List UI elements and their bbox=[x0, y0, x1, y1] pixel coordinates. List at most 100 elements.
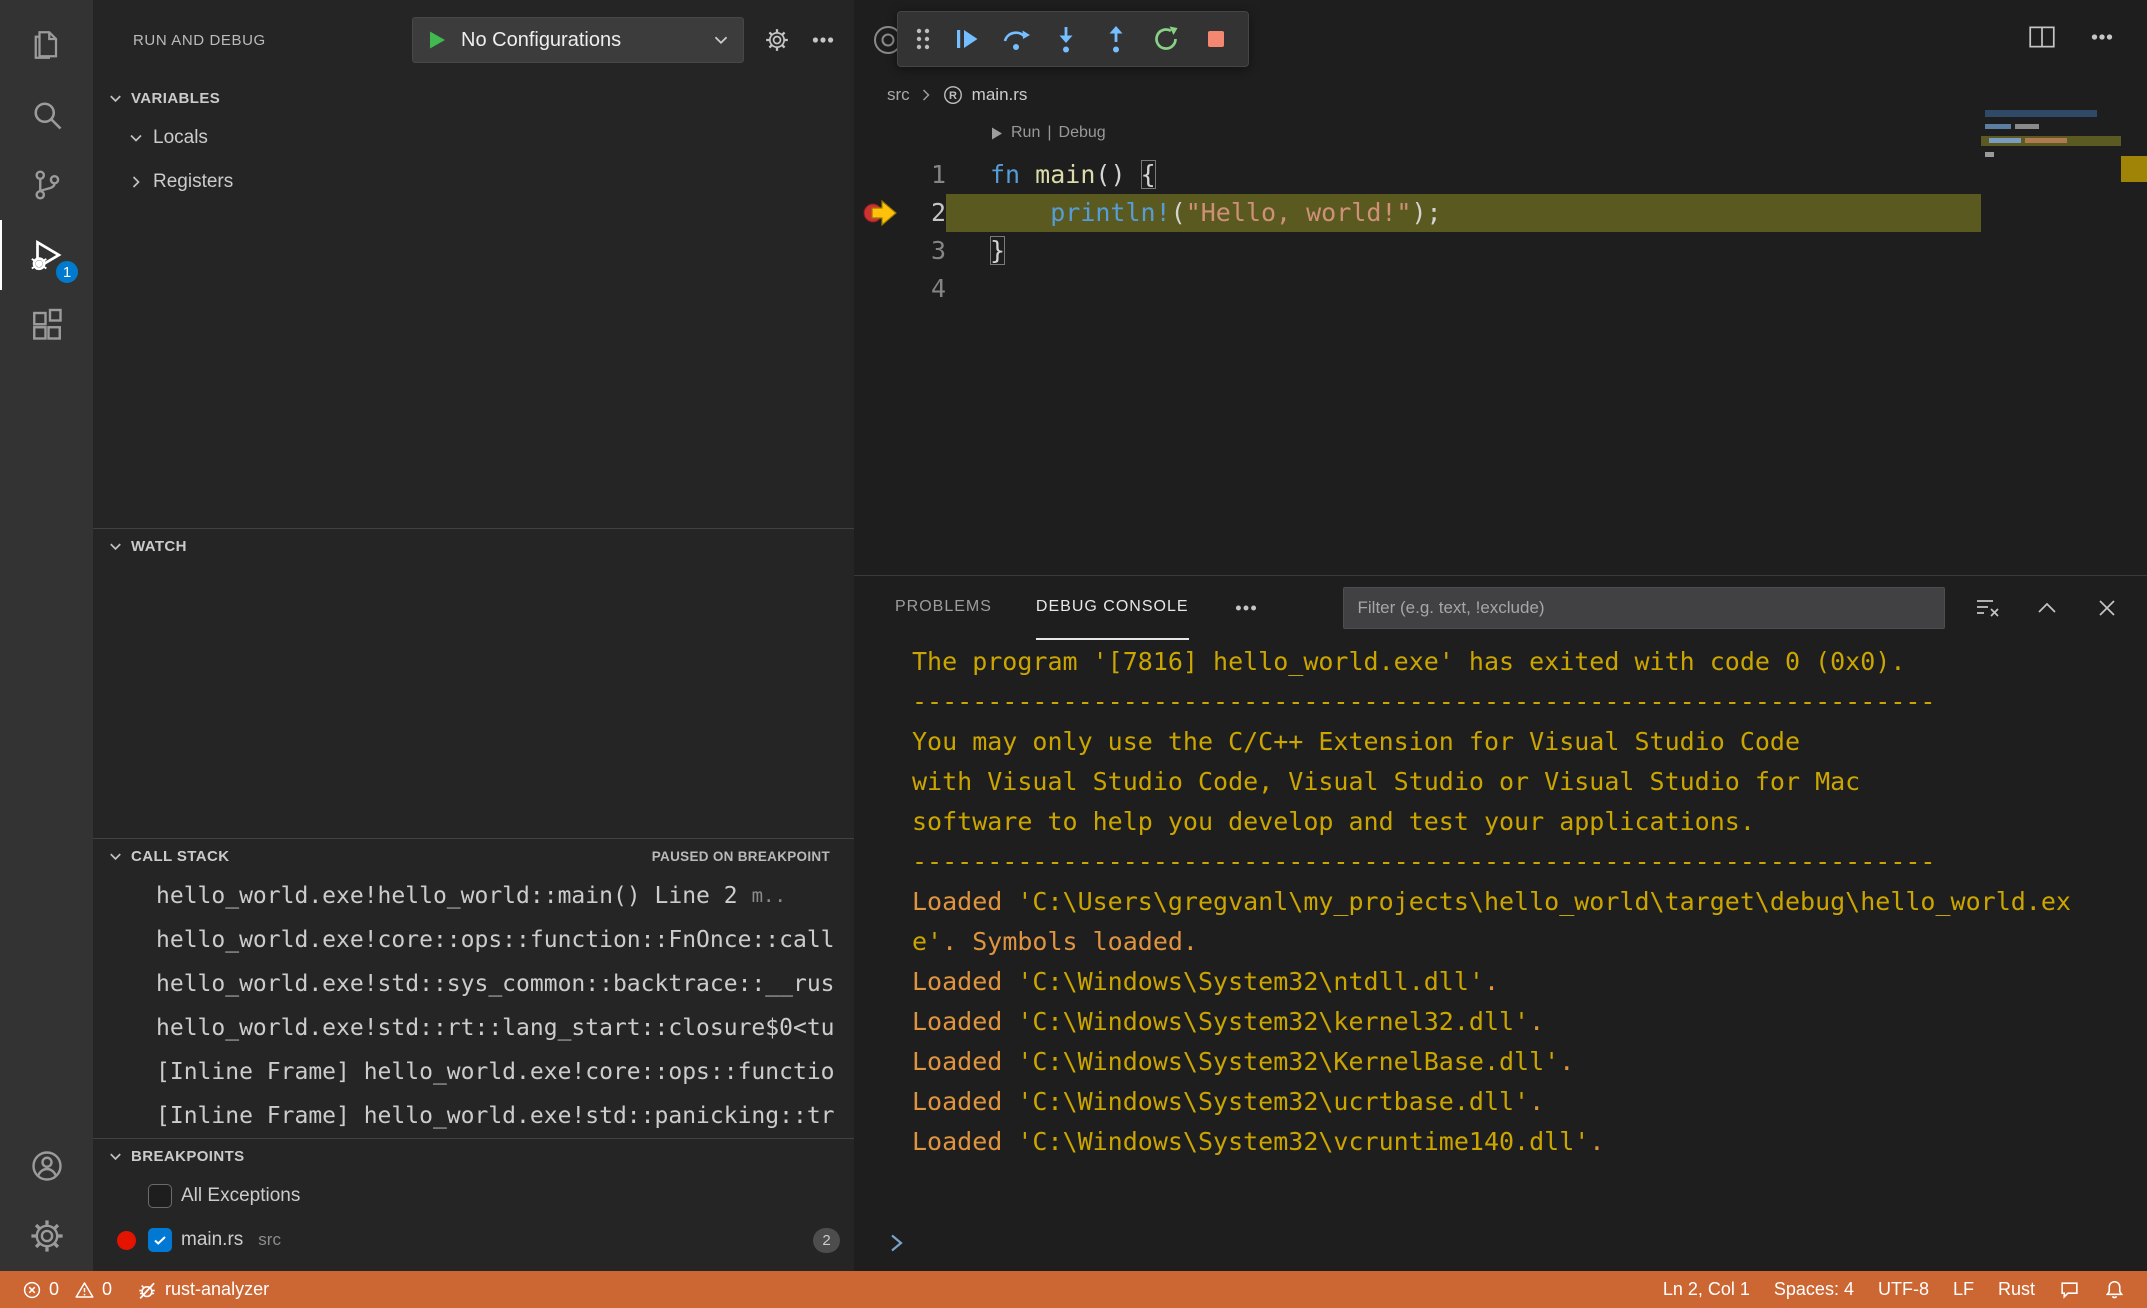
breakpoint-row-main-rs[interactable]: main.rs src 2 bbox=[93, 1218, 854, 1262]
code-line-2[interactable]: 2 println!("Hello, world!"); bbox=[854, 194, 1981, 232]
code-token: println! bbox=[1050, 198, 1170, 227]
vscode-window: 1 RUN AND DEBUG No Configurations bbox=[0, 0, 2147, 1308]
debug-console-output[interactable]: The program '[7816] hello_world.exe' has… bbox=[854, 640, 2147, 1271]
gutter-glyph-margin[interactable] bbox=[854, 270, 910, 308]
workbench: 1 RUN AND DEBUG No Configurations bbox=[0, 0, 2147, 1271]
activity-item-settings[interactable] bbox=[0, 1201, 93, 1271]
tab-problems[interactable]: PROBLEMS bbox=[895, 576, 992, 640]
section-header-watch[interactable]: WATCH bbox=[93, 528, 854, 564]
call-stack-frame-3[interactable]: hello_world.exe!std::rt::lang_start::clo… bbox=[93, 1006, 854, 1050]
gutter-glyph-margin[interactable] bbox=[854, 156, 910, 194]
tree-item-locals[interactable]: Locals bbox=[93, 116, 854, 160]
views-more-actions-icon[interactable] bbox=[810, 27, 836, 53]
call-stack-frame-4[interactable]: [Inline Frame] hello_world.exe!core::ops… bbox=[93, 1050, 854, 1094]
activity-item-explorer[interactable] bbox=[0, 10, 93, 80]
activity-item-accounts[interactable] bbox=[0, 1131, 93, 1201]
call-stack-frame-2[interactable]: hello_world.exe!std::sys_common::backtra… bbox=[93, 962, 854, 1006]
run-play-icon bbox=[990, 126, 1004, 141]
split-editor-icon[interactable] bbox=[2027, 22, 2057, 52]
console-text-segment: 'C:\Windows\System32\KernelBase.dll' bbox=[1017, 1047, 1559, 1076]
status-item-rust[interactable]: Rust bbox=[1986, 1271, 2047, 1308]
breadcrumb: src R main.rs bbox=[887, 84, 1027, 106]
debug-config-dropdown[interactable]: No Configurations bbox=[412, 17, 744, 63]
checkbox-main-rs[interactable] bbox=[148, 1228, 172, 1252]
console-text-segment: e' bbox=[912, 927, 942, 956]
line-number: 2 bbox=[910, 194, 946, 232]
section-label: BREAKPOINTS bbox=[131, 1148, 245, 1165]
gutter-glyph-margin[interactable] bbox=[854, 232, 910, 270]
console-filter-input[interactable] bbox=[1343, 587, 1945, 629]
close-panel-icon[interactable] bbox=[2093, 594, 2121, 622]
console-text-segment: Loaded bbox=[912, 1007, 1017, 1036]
tab-debug-console[interactable]: DEBUG CONSOLE bbox=[1036, 576, 1189, 640]
panel-header-actions bbox=[1973, 594, 2121, 622]
minimap[interactable] bbox=[1981, 108, 2125, 180]
code-line-4[interactable]: 4 bbox=[854, 270, 1981, 308]
status-item-lf[interactable]: LF bbox=[1941, 1271, 1986, 1308]
code-text[interactable]: println!("Hello, world!"); bbox=[946, 194, 1981, 232]
section-header-call-stack[interactable]: CALL STACK PAUSED ON BREAKPOINT bbox=[93, 838, 854, 874]
step-out-button[interactable] bbox=[1094, 17, 1138, 61]
panel-more-actions-icon[interactable] bbox=[1233, 595, 1259, 621]
continue-button[interactable] bbox=[944, 17, 988, 61]
breakpoint-dot-icon bbox=[117, 1231, 136, 1250]
breadcrumb-folder[interactable]: src bbox=[887, 85, 910, 105]
section-header-variables[interactable]: VARIABLES bbox=[93, 80, 854, 116]
step-into-button[interactable] bbox=[1044, 17, 1088, 61]
watch-empty-area bbox=[93, 564, 854, 838]
breakpoint-icon-slot bbox=[113, 1231, 139, 1250]
activity-item-source-control[interactable] bbox=[0, 150, 93, 220]
activity-item-run-and-debug[interactable]: 1 bbox=[0, 220, 93, 290]
code-text[interactable]: } bbox=[946, 232, 1981, 270]
sidebar-title: RUN AND DEBUG bbox=[133, 32, 266, 49]
code-text[interactable]: fn main() { bbox=[946, 156, 1981, 194]
console-line: Loaded 'C:\Windows\System32\ntdll.dll'. bbox=[912, 962, 2147, 1002]
debug-toolbar bbox=[897, 11, 1249, 67]
rust-analyzer-status[interactable]: rust-analyzer bbox=[124, 1271, 281, 1308]
lang-server-label: rust-analyzer bbox=[165, 1279, 269, 1300]
call-stack-frame-5[interactable]: [Inline Frame] hello_world.exe!std::pani… bbox=[93, 1094, 854, 1138]
clear-console-icon[interactable] bbox=[1973, 594, 2001, 622]
code-area[interactable]: 1fn main() { 2 println!("Hello, world!")… bbox=[854, 156, 1981, 308]
editor-more-actions-icon[interactable] bbox=[2087, 22, 2117, 52]
tree-item-registers[interactable]: Registers bbox=[93, 160, 854, 204]
status-item-ln-2-col-1[interactable]: Ln 2, Col 1 bbox=[1651, 1271, 1762, 1308]
activity-item-search[interactable] bbox=[0, 80, 93, 150]
code-token bbox=[1020, 160, 1035, 189]
notifications-item[interactable] bbox=[2092, 1271, 2137, 1308]
code-editor[interactable]: src R main.rs Run | Debug 1fn main() { 2… bbox=[854, 0, 2147, 575]
breakpoint-current-line-glyph[interactable] bbox=[854, 194, 910, 232]
console-prompt-chevron-icon[interactable] bbox=[884, 1231, 908, 1255]
toolbar-gripper-icon[interactable] bbox=[908, 17, 938, 61]
call-stack-frame-0[interactable]: hello_world.exe!hello_world::main() Line… bbox=[93, 874, 854, 918]
status-item-utf-8[interactable]: UTF-8 bbox=[1866, 1271, 1941, 1308]
code-token bbox=[1126, 160, 1141, 189]
launch-settings-gear-icon[interactable] bbox=[764, 27, 790, 53]
section-header-breakpoints[interactable]: BREAKPOINTS bbox=[93, 1138, 854, 1174]
code-line-3[interactable]: 3} bbox=[854, 232, 1981, 270]
checkbox-all-exceptions[interactable] bbox=[148, 1184, 172, 1208]
stop-button[interactable] bbox=[1194, 17, 1238, 61]
console-line: ----------------------------------------… bbox=[912, 682, 2147, 722]
start-debug-icon[interactable] bbox=[425, 28, 449, 52]
step-over-button[interactable] bbox=[994, 17, 1038, 61]
breadcrumb-file[interactable]: main.rs bbox=[972, 85, 1028, 105]
code-line-1[interactable]: 1fn main() { bbox=[854, 156, 1981, 194]
restart-button[interactable] bbox=[1144, 17, 1188, 61]
code-text[interactable] bbox=[946, 270, 1981, 308]
collapse-panel-icon[interactable] bbox=[2033, 594, 2061, 622]
breakpoint-row-all-exceptions[interactable]: All Exceptions bbox=[93, 1174, 854, 1218]
call-stack-frame-1[interactable]: hello_world.exe!core::ops::function::FnO… bbox=[93, 918, 854, 962]
problems-status[interactable]: 0 0 bbox=[10, 1271, 124, 1308]
status-item-spaces-4[interactable]: Spaces: 4 bbox=[1762, 1271, 1866, 1308]
feedback-item[interactable] bbox=[2047, 1271, 2092, 1308]
console-text-segment: 'C:\Windows\System32\ntdll.dll' bbox=[1017, 967, 1484, 996]
codelens-debug-link[interactable]: Debug bbox=[1059, 124, 1106, 142]
console-text-segment: 'C:\Windows\System32\vcruntime140.dll' bbox=[1017, 1127, 1589, 1156]
codelens-run-link[interactable]: Run bbox=[1011, 124, 1040, 142]
source-control-icon bbox=[29, 167, 65, 203]
chevron-down-icon bbox=[711, 30, 731, 50]
activity-item-extensions[interactable] bbox=[0, 290, 93, 360]
status-right-items: Ln 2, Col 1Spaces: 4UTF-8LFRust bbox=[1651, 1271, 2047, 1308]
console-line: Loaded 'C:\Windows\System32\ucrtbase.dll… bbox=[912, 1082, 2147, 1122]
